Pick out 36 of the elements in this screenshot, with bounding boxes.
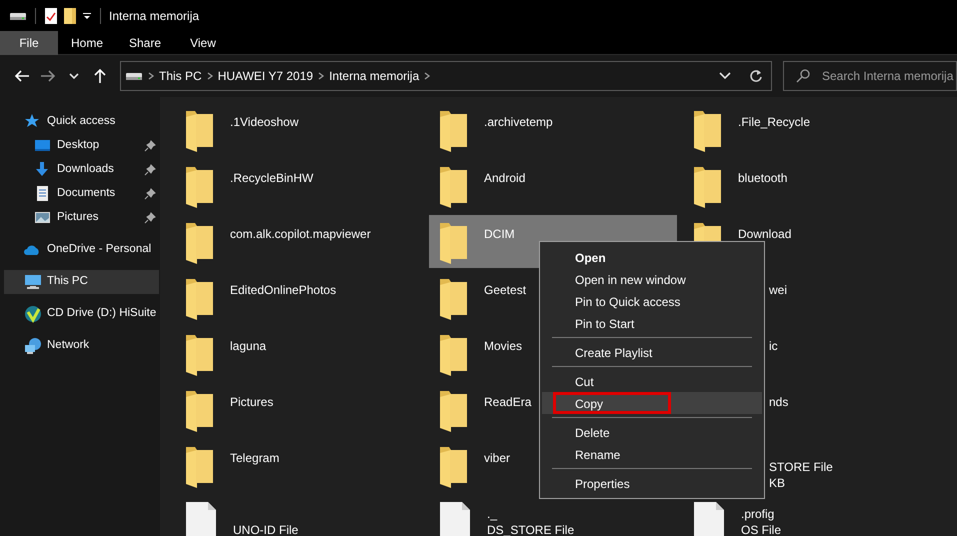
file-name: .File_Recycle	[738, 114, 810, 130]
file-name: laguna	[230, 338, 266, 354]
file-name: Pictures	[230, 394, 274, 410]
file-name: EditedOnlinePhotos	[230, 282, 336, 298]
sidebar-label: OneDrive - Personal	[47, 242, 152, 258]
file-name: Android	[484, 170, 526, 186]
sidebar-label: CD Drive (D:) HiSuite	[47, 306, 156, 322]
file-name: ._	[487, 506, 498, 522]
file-name: Telegram	[230, 450, 280, 466]
file-name: Download	[738, 226, 792, 242]
sidebar-label: Pictures	[57, 210, 99, 226]
window-title: Interna memorija	[109, 8, 200, 24]
file-type: OS File	[741, 522, 782, 536]
file-name: com.alk.copilot.mapviewer	[230, 226, 371, 242]
file-name: ic	[769, 338, 778, 354]
file-name: .RecycleBinHW	[230, 170, 314, 186]
sidebar-label: Desktop	[57, 138, 100, 154]
file-size: KB	[769, 475, 786, 491]
sidebar-label: Downloads	[57, 162, 114, 178]
file-type: UNO-ID File	[233, 522, 298, 536]
file-name: Movies	[484, 338, 522, 354]
file-name: DCIM	[484, 226, 515, 242]
sidebar-label: This PC	[47, 274, 88, 290]
file-name: bluetooth	[738, 170, 788, 186]
file-name: .profig	[741, 506, 776, 522]
file-name: nds	[769, 394, 788, 410]
file-name: viber	[484, 450, 510, 466]
file-name: wei	[769, 282, 788, 298]
file-name: ReadEra	[484, 394, 532, 410]
file-type: STORE File	[769, 459, 833, 475]
file-name: .archivetemp	[484, 114, 553, 130]
file-name: Geetest	[484, 282, 526, 298]
file-name: .1Videoshow	[230, 114, 298, 130]
sidebar-label: Network	[47, 338, 90, 354]
sidebar-label: Documents	[57, 186, 116, 202]
sidebar-label: Quick access	[47, 114, 116, 130]
